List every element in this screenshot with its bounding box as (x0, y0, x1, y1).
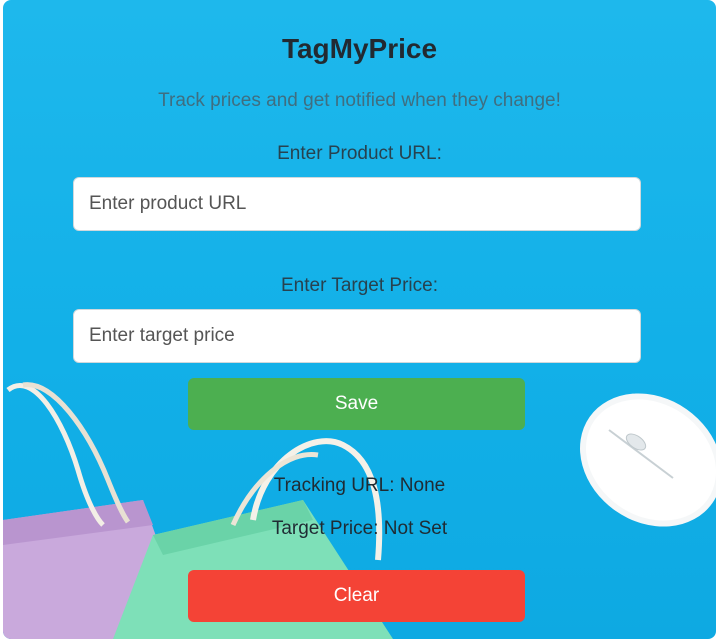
product-url-label: Enter Product URL: (277, 143, 442, 164)
save-button[interactable]: Save (188, 378, 525, 430)
tracking-url-status: Tracking URL: None (273, 475, 446, 496)
target-price-status: Target Price: Not Set (271, 518, 448, 539)
target-price-label: Enter Target Price: (280, 275, 438, 296)
app-subtitle: Track prices and get notified when they … (158, 90, 561, 111)
product-url-input[interactable] (73, 177, 641, 231)
target-price-input[interactable] (73, 309, 641, 363)
popup-card: TagMyPrice Track prices and get notified… (3, 0, 716, 639)
app-title: TagMyPrice (281, 33, 438, 64)
clear-button[interactable]: Clear (188, 570, 525, 622)
